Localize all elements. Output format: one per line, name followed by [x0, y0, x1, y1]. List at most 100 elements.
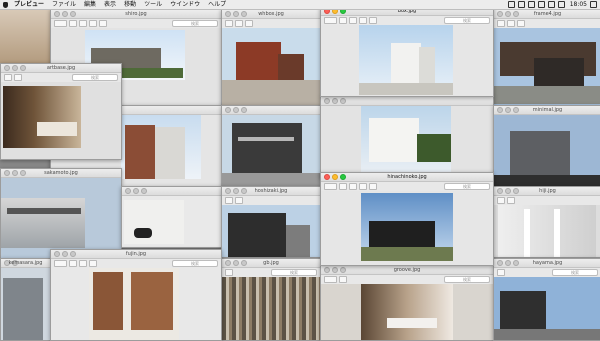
close-button[interactable] — [4, 65, 10, 71]
preview-window[interactable]: hayama.jpg 検索 — [493, 258, 600, 341]
minimize-button[interactable] — [505, 107, 511, 113]
sidebar-icon[interactable] — [497, 197, 505, 204]
zoom-in-icon[interactable] — [349, 17, 357, 24]
close-button[interactable] — [497, 188, 503, 194]
menu-edit[interactable]: 編集 — [80, 0, 100, 9]
battery-icon[interactable] — [557, 1, 565, 8]
close-button[interactable] — [225, 188, 231, 194]
minimize-button[interactable] — [62, 11, 68, 17]
preview-window[interactable]: frame4.jpg — [493, 9, 600, 106]
share-icon[interactable] — [359, 17, 367, 24]
zoom-in-icon[interactable] — [79, 20, 87, 27]
minimize-button[interactable] — [505, 260, 511, 266]
minimize-button[interactable] — [133, 188, 139, 194]
minimize-button[interactable] — [505, 188, 511, 194]
minimize-button[interactable] — [332, 98, 338, 104]
markup-icon[interactable] — [369, 17, 377, 24]
close-button[interactable] — [54, 251, 60, 257]
zoom-button[interactable] — [340, 174, 346, 180]
zoom-button[interactable] — [340, 98, 346, 104]
minimize-button[interactable] — [12, 65, 18, 71]
close-button[interactable] — [324, 267, 330, 273]
menu-app-name[interactable]: プレビュー — [10, 0, 48, 9]
sidebar-icon[interactable] — [324, 183, 337, 190]
zoom-out-icon[interactable] — [339, 183, 347, 190]
preview-window[interactable]: minimal.jpg — [493, 105, 600, 187]
wifi-icon[interactable] — [537, 1, 545, 8]
zoom-button[interactable] — [340, 267, 346, 273]
zoom-button[interactable] — [513, 107, 519, 113]
markup-icon[interactable] — [507, 197, 515, 204]
sidebar-icon[interactable] — [225, 269, 233, 276]
sidebar-icon[interactable] — [324, 17, 337, 24]
markup-icon[interactable] — [99, 20, 107, 27]
close-button[interactable] — [225, 107, 231, 113]
apple-menu-icon[interactable] — [0, 0, 10, 9]
markup-icon[interactable] — [339, 276, 347, 283]
zoom-icon[interactable] — [235, 20, 243, 27]
zoom-button[interactable] — [20, 65, 26, 71]
zoom-button[interactable] — [241, 107, 247, 113]
sidebar-icon[interactable] — [225, 20, 233, 27]
close-button[interactable] — [497, 107, 503, 113]
close-button[interactable] — [125, 188, 131, 194]
markup-icon[interactable] — [245, 20, 253, 27]
close-button[interactable] — [225, 11, 231, 17]
zoom-icon[interactable] — [14, 74, 22, 81]
sidebar-icon[interactable] — [54, 20, 67, 27]
markup-icon[interactable] — [235, 197, 243, 204]
zoom-out-icon[interactable] — [339, 17, 347, 24]
preview-window[interactable]: groove.jpg 検索 — [320, 265, 494, 341]
minimize-button[interactable] — [233, 11, 239, 17]
zoom-button[interactable] — [70, 11, 76, 17]
menu-file[interactable]: ファイル — [48, 0, 80, 9]
status-icon[interactable] — [507, 1, 515, 8]
share-icon[interactable] — [359, 183, 367, 190]
preview-window[interactable]: fujin.jpg 検索 — [50, 249, 222, 341]
zoom-button[interactable] — [513, 11, 519, 17]
minimize-button[interactable] — [332, 174, 338, 180]
menu-window[interactable]: ウインドウ — [166, 0, 204, 9]
zoom-button[interactable] — [70, 251, 76, 257]
markup-icon[interactable] — [89, 260, 97, 267]
zoom-button[interactable] — [513, 188, 519, 194]
close-button[interactable] — [324, 98, 330, 104]
zoom-button[interactable] — [241, 188, 247, 194]
markup-icon[interactable] — [369, 183, 377, 190]
zoom-icon[interactable] — [69, 260, 77, 267]
preview-window[interactable] — [320, 96, 494, 178]
preview-window[interactable]: gb.jpg 検索 — [221, 258, 321, 341]
sidebar-icon[interactable] — [497, 269, 505, 276]
menu-view[interactable]: 表示 — [100, 0, 120, 9]
sidebar-icon[interactable] — [54, 260, 67, 267]
close-button[interactable] — [225, 260, 231, 266]
zoom-icon[interactable] — [507, 20, 515, 27]
status-icon[interactable] — [527, 1, 535, 8]
minimize-button[interactable] — [233, 188, 239, 194]
close-button[interactable] — [324, 174, 330, 180]
status-icon[interactable] — [517, 1, 525, 8]
menu-tools[interactable]: ツール — [140, 0, 166, 9]
preview-window[interactable] — [121, 186, 222, 248]
sidebar-icon[interactable] — [497, 20, 505, 27]
preview-window[interactable]: sakamoto.jpg — [0, 168, 122, 260]
search-input[interactable]: 検索 — [444, 17, 490, 24]
markup-icon[interactable] — [517, 20, 525, 27]
preview-window[interactable]: hiji.jpg — [493, 186, 600, 258]
zoom-button[interactable] — [20, 170, 26, 176]
minimize-button[interactable] — [505, 11, 511, 17]
search-input[interactable]: 検索 — [444, 183, 490, 190]
minimize-button[interactable] — [233, 260, 239, 266]
zoom-button[interactable] — [241, 260, 247, 266]
zoom-button[interactable] — [513, 260, 519, 266]
minimize-button[interactable] — [12, 260, 18, 266]
search-input[interactable]: 検索 — [172, 260, 218, 267]
minimize-button[interactable] — [62, 251, 68, 257]
zoom-button[interactable] — [141, 188, 147, 194]
close-button[interactable] — [497, 260, 503, 266]
sidebar-icon[interactable] — [324, 276, 337, 283]
volume-icon[interactable] — [547, 1, 555, 8]
search-input[interactable]: 検索 — [552, 269, 598, 276]
preview-window-active[interactable]: hinachinoko.jpg 検索 — [320, 172, 494, 266]
spotlight-icon[interactable] — [590, 1, 597, 8]
